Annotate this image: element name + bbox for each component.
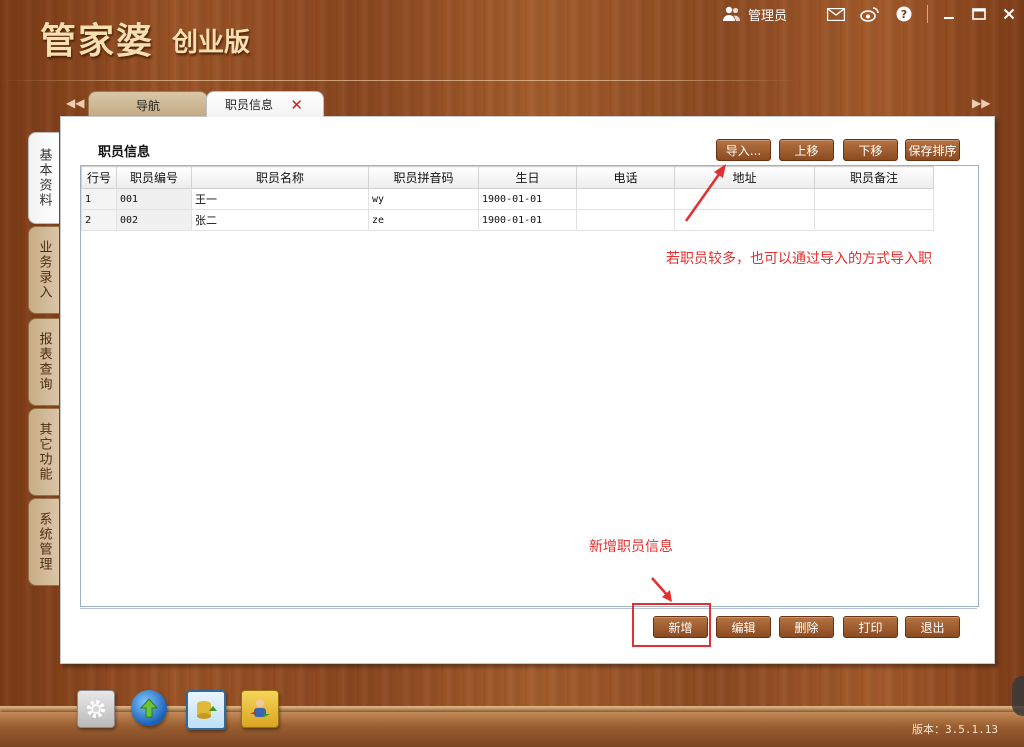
database-export-icon[interactable] [186, 690, 226, 730]
tab-close-icon[interactable]: ✕ [290, 96, 303, 114]
tab-employee-info[interactable]: 职员信息 ✕ [206, 91, 324, 117]
globe-upload-icon[interactable] [131, 690, 167, 726]
side-tab-basic-data[interactable]: 基本资料 [28, 132, 59, 224]
user-transfer-icon[interactable] [241, 690, 279, 728]
import-tip-annotation: 若职员较多，也可以通过导入的方式导入职 [666, 251, 932, 267]
add-arrow-icon [651, 577, 669, 597]
add-tip-annotation: 新增职员信息 [589, 539, 673, 555]
import-arrow-icon [684, 169, 724, 222]
settings-gear-icon[interactable] [77, 690, 115, 728]
side-tab-label: 基本资料 [36, 148, 52, 208]
annotation-arrows [651, 164, 726, 602]
edge-handle [1012, 676, 1024, 716]
add-button-highlight [632, 603, 711, 647]
version-label: 版本：3.5.1.13 [912, 723, 998, 736]
tab-label: 职员信息 [225, 98, 274, 112]
